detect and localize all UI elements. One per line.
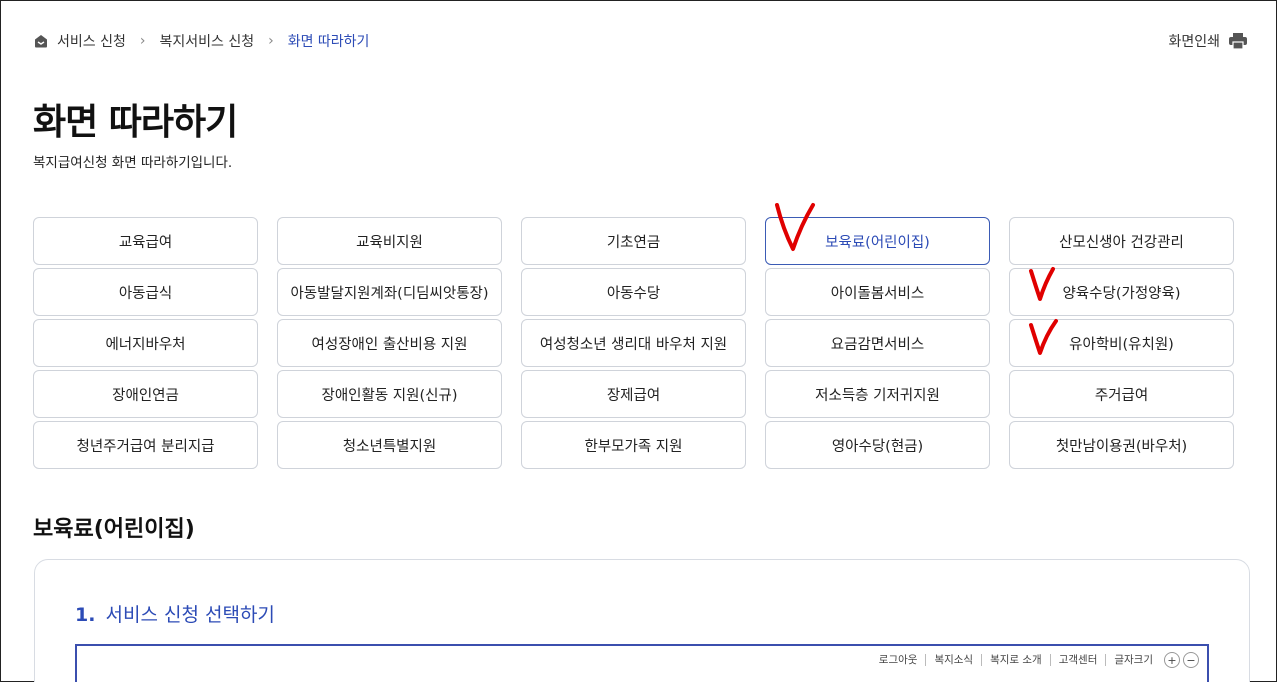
service-button[interactable]: 청소년특별지원 bbox=[277, 421, 502, 469]
service-button[interactable]: 여성장애인 출산비용 지원 bbox=[277, 319, 502, 367]
service-button[interactable]: 장애인활동 지원(신규) bbox=[277, 370, 502, 418]
step-number: 1. bbox=[75, 604, 96, 626]
embedded-top-nav: 로그아웃 복지소식 복지로 소개 고객센터 글자크기 + − bbox=[871, 652, 1199, 668]
service-button[interactable]: 교육비지원 bbox=[277, 217, 502, 265]
service-button[interactable]: 저소득층 기저귀지원 bbox=[765, 370, 990, 418]
embedded-screenshot: 로그아웃 복지소식 복지로 소개 고객센터 글자크기 + − bbox=[75, 644, 1209, 682]
step-title: 1. 서비스 신청 선택하기 bbox=[75, 600, 275, 627]
print-label: 화면인쇄 bbox=[1168, 34, 1220, 50]
font-size-label: 글자크기 bbox=[1105, 654, 1161, 666]
logout-link[interactable]: 로그아웃 bbox=[871, 654, 926, 666]
chevron-right-icon: › bbox=[268, 33, 274, 49]
service-button[interactable]: 에너지바우처 bbox=[33, 319, 258, 367]
breadcrumb-item-service-apply[interactable]: 서비스 신청 bbox=[57, 31, 126, 51]
service-button[interactable]: 교육급여 bbox=[33, 217, 258, 265]
service-button[interactable]: 기초연금 bbox=[521, 217, 746, 265]
service-button[interactable]: 장제급여 bbox=[521, 370, 746, 418]
service-button[interactable]: 아동급식 bbox=[33, 268, 258, 316]
page-title: 화면 따라하기 bbox=[33, 102, 238, 143]
customer-center-link[interactable]: 고객센터 bbox=[1049, 654, 1106, 666]
checkmark-icon bbox=[1029, 319, 1058, 355]
service-button[interactable]: 첫만남이용권(바우처) bbox=[1009, 421, 1234, 469]
step-card: 1. 서비스 신청 선택하기 로그아웃 복지소식 복지로 소개 고객센터 글자크… bbox=[34, 559, 1250, 682]
chevron-right-icon: › bbox=[139, 33, 146, 49]
breadcrumb-item-current: 화면 따라하기 bbox=[287, 34, 370, 50]
home-icon[interactable] bbox=[33, 33, 49, 49]
section-title: 보육료(어린이집) bbox=[33, 517, 195, 542]
service-button[interactable]: 주거급여 bbox=[1009, 370, 1234, 418]
service-button[interactable]: 장애인연금 bbox=[33, 370, 258, 418]
breadcrumb: 서비스 신청 › 복지서비스 신청 › 화면 따라하기 bbox=[33, 31, 369, 51]
checkmark-icon bbox=[1029, 267, 1055, 301]
about-link[interactable]: 복지로 소개 bbox=[981, 654, 1050, 666]
service-button[interactable]: 여성청소년 생리대 바우처 지원 bbox=[521, 319, 746, 367]
service-button[interactable]: 아동발달지원계좌(디딤씨앗통장) bbox=[277, 268, 502, 316]
page-description: 복지급여신청 화면 따라하기입니다. bbox=[33, 155, 233, 171]
zoom-out-button[interactable]: − bbox=[1183, 652, 1199, 668]
checkmark-icon bbox=[775, 203, 815, 251]
service-button[interactable]: 요금감면서비스 bbox=[765, 319, 990, 367]
service-button[interactable]: 아이돌봄서비스 bbox=[765, 268, 990, 316]
zoom-in-button[interactable]: + bbox=[1164, 652, 1180, 668]
welfare-news-link[interactable]: 복지소식 bbox=[925, 654, 981, 666]
step-title-text: 서비스 신청 선택하기 bbox=[105, 604, 275, 626]
print-button[interactable]: 화면인쇄 bbox=[1168, 31, 1248, 51]
printer-icon bbox=[1229, 33, 1247, 50]
service-button[interactable]: 영아수당(현금) bbox=[765, 421, 990, 469]
service-button[interactable]: 한부모가족 지원 bbox=[521, 421, 746, 469]
service-button[interactable]: 산모신생아 건강관리 bbox=[1009, 217, 1234, 265]
breadcrumb-item-welfare-apply[interactable]: 복지서비스 신청 bbox=[159, 31, 254, 51]
service-button[interactable]: 아동수당 bbox=[521, 268, 746, 316]
service-button[interactable]: 청년주거급여 분리지급 bbox=[33, 421, 258, 469]
